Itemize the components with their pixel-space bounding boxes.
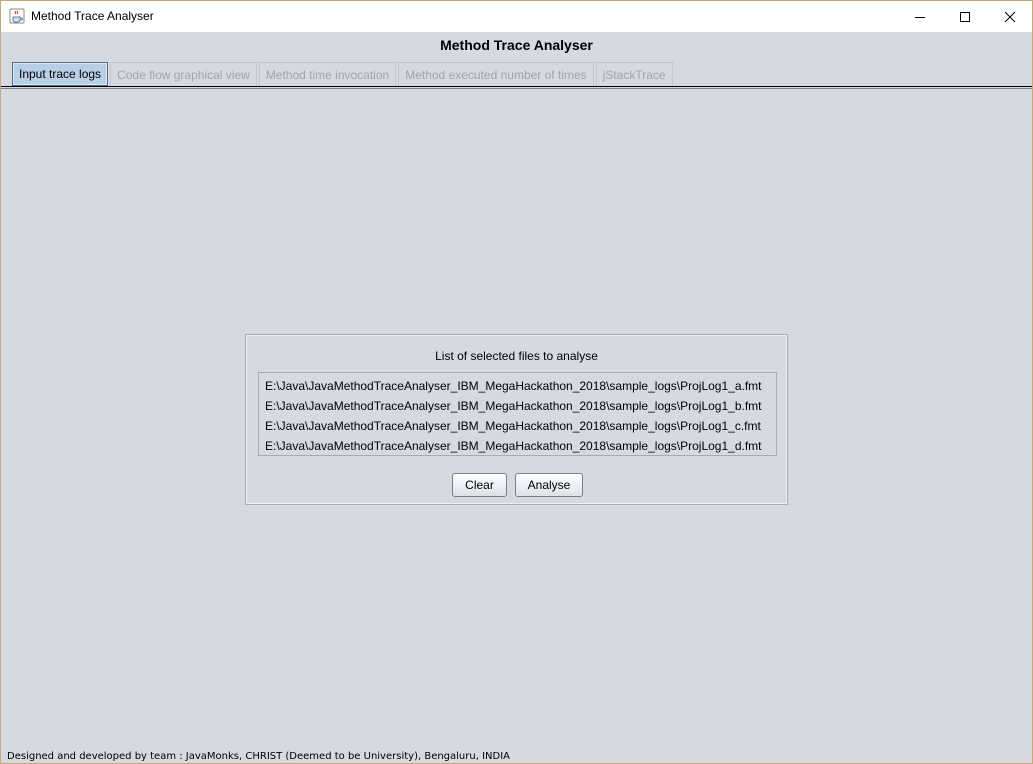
footer-credits: Designed and developed by team : JavaMon… <box>7 751 510 762</box>
main-content: Method Trace Analyser Input trace logs C… <box>1 32 1032 763</box>
selected-files-list[interactable]: E:\Java\JavaMethodTraceAnalyser_IBM_Mega… <box>258 372 777 456</box>
tab-method-executed-number-of-times[interactable]: Method executed number of times <box>398 62 594 86</box>
java-coffee-cup-icon[interactable] <box>9 8 25 24</box>
tab-strip: Input trace logs Code flow graphical vie… <box>12 62 675 86</box>
panel-title: List of selected files to analyse <box>435 349 598 363</box>
analyse-button[interactable]: Analyse <box>515 473 583 497</box>
tab-code-flow-graphical-view[interactable]: Code flow graphical view <box>110 62 257 86</box>
close-button[interactable] <box>987 1 1032 32</box>
tab-method-time-invocation[interactable]: Method time invocation <box>258 62 397 86</box>
window-title: Method Trace Analyser <box>31 9 154 23</box>
tab-jstacktrace[interactable]: jStackTrace <box>595 62 673 86</box>
file-selection-panel: List of selected files to analyse E:\Jav… <box>245 334 788 505</box>
close-icon <box>1004 11 1016 22</box>
maximize-icon <box>960 11 970 22</box>
minimize-icon <box>915 16 925 18</box>
minimize-button[interactable] <box>897 1 943 32</box>
page-title: Method Trace Analyser <box>440 37 593 53</box>
list-item[interactable]: E:\Java\JavaMethodTraceAnalyser_IBM_Mega… <box>259 376 776 396</box>
tab-divider <box>1 86 1032 89</box>
maximize-button[interactable] <box>942 1 988 32</box>
list-item[interactable]: E:\Java\JavaMethodTraceAnalyser_IBM_Mega… <box>259 396 776 416</box>
app-window: Method Trace Analyser Method Trace Analy… <box>0 0 1033 764</box>
clear-button[interactable]: Clear <box>452 473 507 497</box>
list-item[interactable]: E:\Java\JavaMethodTraceAnalyser_IBM_Mega… <box>259 416 776 436</box>
title-bar[interactable]: Method Trace Analyser <box>1 1 1032 32</box>
list-item[interactable]: E:\Java\JavaMethodTraceAnalyser_IBM_Mega… <box>259 436 776 456</box>
tab-input-trace-logs[interactable]: Input trace logs <box>12 62 109 86</box>
